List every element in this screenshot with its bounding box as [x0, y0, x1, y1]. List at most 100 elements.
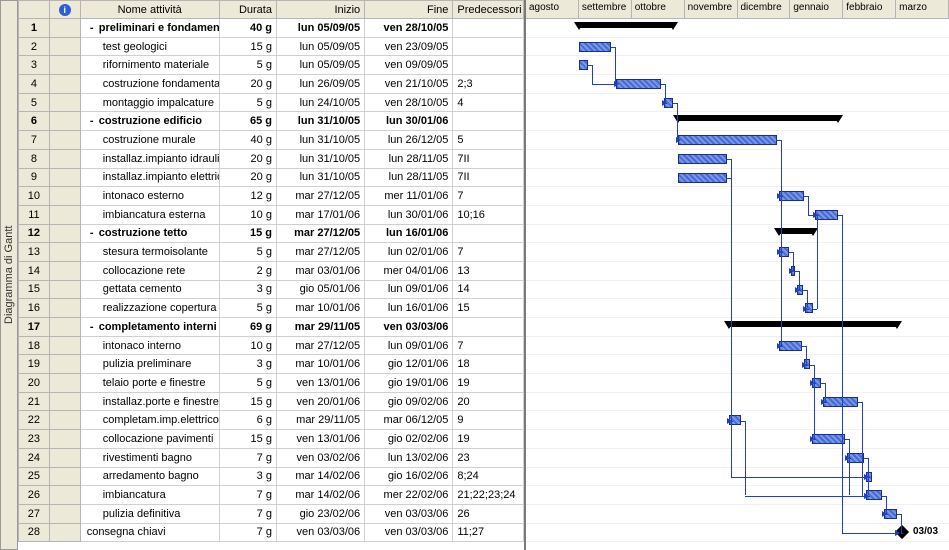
- task-name-cell[interactable]: gettata cemento: [80, 280, 219, 299]
- row-number[interactable]: 28: [19, 523, 50, 542]
- duration-cell[interactable]: 15 g: [219, 224, 276, 243]
- task-bar[interactable]: [579, 60, 588, 70]
- predecessors-cell[interactable]: 23: [453, 448, 524, 467]
- info-cell[interactable]: [49, 430, 80, 449]
- col-header-predecessors[interactable]: Predecessori: [453, 1, 524, 19]
- info-cell[interactable]: [49, 37, 80, 56]
- task-name-cell[interactable]: installaz.impianto elettrico: [80, 168, 219, 187]
- duration-cell[interactable]: 5 g: [219, 93, 276, 112]
- start-cell[interactable]: lun 24/10/05: [276, 93, 364, 112]
- row-number[interactable]: 15: [19, 280, 50, 299]
- task-name-cell[interactable]: imbiancatura: [80, 486, 219, 505]
- duration-cell[interactable]: 7 g: [219, 486, 276, 505]
- duration-cell[interactable]: 3 g: [219, 280, 276, 299]
- task-name-cell[interactable]: telaio porte e finestre: [80, 374, 219, 393]
- task-name-cell[interactable]: consegna chiavi: [80, 523, 219, 542]
- task-name-cell[interactable]: costruzione fondamenta: [80, 75, 219, 94]
- start-cell[interactable]: mar 14/02/06: [276, 486, 364, 505]
- start-cell[interactable]: ven 20/01/06: [276, 392, 364, 411]
- duration-cell[interactable]: 5 g: [219, 374, 276, 393]
- info-cell[interactable]: [49, 448, 80, 467]
- duration-cell[interactable]: 3 g: [219, 355, 276, 374]
- predecessors-cell[interactable]: [453, 224, 524, 243]
- row-number[interactable]: 3: [19, 56, 50, 75]
- row-number[interactable]: 19: [19, 355, 50, 374]
- col-header-id[interactable]: [19, 1, 50, 19]
- end-cell[interactable]: ven 03/03/06: [365, 318, 453, 337]
- task-bar[interactable]: [616, 79, 661, 89]
- outline-toggle-icon[interactable]: -: [87, 22, 97, 34]
- row-number[interactable]: 1: [19, 19, 50, 38]
- task-name-cell[interactable]: pulizia preliminare: [80, 355, 219, 374]
- task-bar[interactable]: [678, 135, 777, 145]
- predecessors-cell[interactable]: 15: [453, 299, 524, 318]
- task-name-cell[interactable]: intonaco esterno: [80, 187, 219, 206]
- task-name-cell[interactable]: rifornimento materiale: [80, 56, 219, 75]
- start-cell[interactable]: lun 05/09/05: [276, 56, 364, 75]
- task-bar[interactable]: [823, 397, 858, 407]
- duration-cell[interactable]: 40 g: [219, 131, 276, 150]
- end-cell[interactable]: lun 16/01/06: [365, 224, 453, 243]
- task-row[interactable]: 22completam.imp.elettrico6 gmar 29/11/05…: [19, 411, 524, 430]
- info-cell[interactable]: [49, 187, 80, 206]
- task-row[interactable]: 4costruzione fondamenta20 glun 26/09/05v…: [19, 75, 524, 94]
- info-cell[interactable]: [49, 19, 80, 38]
- start-cell[interactable]: mar 27/12/05: [276, 224, 364, 243]
- info-cell[interactable]: [49, 168, 80, 187]
- task-row[interactable]: 16realizzazione copertura5 gmar 10/01/06…: [19, 299, 524, 318]
- info-cell[interactable]: [49, 318, 80, 337]
- info-cell[interactable]: [49, 486, 80, 505]
- task-row[interactable]: 20telaio porte e finestre5 gven 13/01/06…: [19, 374, 524, 393]
- duration-cell[interactable]: 5 g: [219, 56, 276, 75]
- task-row[interactable]: 7costruzione murale40 glun 31/10/05lun 2…: [19, 131, 524, 150]
- row-number[interactable]: 11: [19, 205, 50, 224]
- start-cell[interactable]: mar 29/11/05: [276, 318, 364, 337]
- row-number[interactable]: 27: [19, 504, 50, 523]
- outline-toggle-icon[interactable]: -: [87, 227, 97, 239]
- row-number[interactable]: 21: [19, 392, 50, 411]
- end-cell[interactable]: ven 21/10/05: [365, 75, 453, 94]
- task-bar[interactable]: [579, 42, 611, 52]
- predecessors-cell[interactable]: [453, 112, 524, 131]
- info-cell[interactable]: [49, 336, 80, 355]
- duration-cell[interactable]: 40 g: [219, 19, 276, 38]
- predecessors-cell[interactable]: 8;24: [453, 467, 524, 486]
- duration-cell[interactable]: 20 g: [219, 75, 276, 94]
- duration-cell[interactable]: 5 g: [219, 243, 276, 262]
- end-cell[interactable]: gio 12/01/06: [365, 355, 453, 374]
- predecessors-cell[interactable]: 7: [453, 336, 524, 355]
- start-cell[interactable]: lun 05/09/05: [276, 37, 364, 56]
- end-cell[interactable]: lun 30/01/06: [365, 112, 453, 131]
- predecessors-cell[interactable]: 7: [453, 243, 524, 262]
- col-header-end[interactable]: Fine: [365, 1, 453, 19]
- task-row[interactable]: 8installaz.impianto idraulico20 glun 31/…: [19, 149, 524, 168]
- info-cell[interactable]: [49, 131, 80, 150]
- outline-toggle-icon[interactable]: -: [87, 115, 97, 127]
- start-cell[interactable]: lun 31/10/05: [276, 131, 364, 150]
- col-header-name[interactable]: Nome attività: [80, 1, 219, 19]
- predecessors-cell[interactable]: 18: [453, 355, 524, 374]
- predecessors-cell[interactable]: [453, 19, 524, 38]
- end-cell[interactable]: lun 09/01/06: [365, 336, 453, 355]
- task-row[interactable]: 26imbiancatura7 gmar 14/02/06mer 22/02/0…: [19, 486, 524, 505]
- end-cell[interactable]: gio 02/02/06: [365, 430, 453, 449]
- task-row[interactable]: 14collocazione rete2 gmar 03/01/06mer 04…: [19, 261, 524, 280]
- predecessors-cell[interactable]: 5: [453, 131, 524, 150]
- row-number[interactable]: 9: [19, 168, 50, 187]
- info-cell[interactable]: [49, 205, 80, 224]
- task-row[interactable]: 24rivestimenti bagno7 gven 03/02/06lun 1…: [19, 448, 524, 467]
- end-cell[interactable]: mer 04/01/06: [365, 261, 453, 280]
- predecessors-cell[interactable]: [453, 56, 524, 75]
- info-cell[interactable]: [49, 374, 80, 393]
- start-cell[interactable]: ven 03/03/06: [276, 523, 364, 542]
- info-cell[interactable]: [49, 523, 80, 542]
- task-row[interactable]: 12-costruzione tetto15 gmar 27/12/05lun …: [19, 224, 524, 243]
- col-header-duration[interactable]: Durata: [219, 1, 276, 19]
- predecessors-cell[interactable]: [453, 37, 524, 56]
- end-cell[interactable]: gio 19/01/06: [365, 374, 453, 393]
- end-cell[interactable]: ven 28/10/05: [365, 19, 453, 38]
- end-cell[interactable]: lun 02/01/06: [365, 243, 453, 262]
- task-row[interactable]: 23collocazione pavimenti15 gven 13/01/06…: [19, 430, 524, 449]
- info-cell[interactable]: [49, 261, 80, 280]
- task-row[interactable]: 19pulizia preliminare3 gmar 10/01/06gio …: [19, 355, 524, 374]
